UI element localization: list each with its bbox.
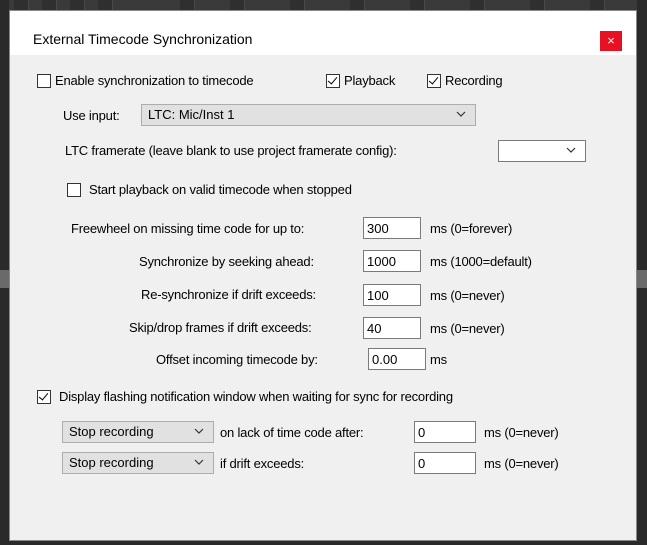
background-left-panel xyxy=(0,0,9,545)
recording-checkbox[interactable] xyxy=(427,74,441,88)
offset-label: Offset incoming timecode by: xyxy=(156,352,318,367)
resync-hint: ms (0=never) xyxy=(430,288,505,303)
chevron-down-icon xyxy=(456,111,466,117)
offset-hint: ms xyxy=(430,352,447,367)
dialog-title: External Timecode Synchronization xyxy=(33,31,253,47)
recording-label: Recording xyxy=(445,73,503,88)
background-bottom-panel xyxy=(0,541,647,545)
enable-sync-checkbox[interactable] xyxy=(37,74,51,88)
use-input-label: Use input: xyxy=(63,108,120,123)
offset-input[interactable] xyxy=(368,348,426,370)
use-input-value: LTC: Mic/Inst 1 xyxy=(148,107,235,122)
stop-drift-hint: ms (0=never) xyxy=(484,456,559,471)
playback-checkbox[interactable] xyxy=(326,74,340,88)
use-input-dropdown[interactable]: LTC: Mic/Inst 1 xyxy=(141,104,476,126)
resync-input[interactable] xyxy=(363,284,421,306)
title-bar: External Timecode Synchronization × xyxy=(10,11,636,55)
seek-ahead-input[interactable] xyxy=(363,250,421,272)
chevron-down-icon xyxy=(194,428,204,434)
freewheel-hint: ms (0=forever) xyxy=(430,221,513,236)
stop-lack-label: on lack of time code after: xyxy=(220,425,364,440)
stop-drift-action-dropdown[interactable]: Stop recording xyxy=(62,452,214,474)
stop-lack-input[interactable] xyxy=(414,421,476,443)
background-right-panel xyxy=(637,0,647,545)
freewheel-input[interactable] xyxy=(363,217,421,239)
stop-drift-action-value: Stop recording xyxy=(69,455,154,470)
stop-lack-hint: ms (0=never) xyxy=(484,425,559,440)
stop-drift-input[interactable] xyxy=(414,452,476,474)
skip-drop-input[interactable] xyxy=(363,317,421,339)
chevron-down-icon xyxy=(566,147,576,153)
playback-label: Playback xyxy=(344,73,396,88)
close-icon: × xyxy=(607,33,615,48)
stop-drift-label: if drift exceeds: xyxy=(220,456,305,471)
skip-drop-hint: ms (0=never) xyxy=(430,321,505,336)
freewheel-label: Freewheel on missing time code for up to… xyxy=(71,221,305,236)
seek-ahead-hint: ms (1000=default) xyxy=(430,254,532,269)
timecode-sync-dialog: External Timecode Synchronization × Enab… xyxy=(9,10,637,541)
notify-label: Display flashing notification window whe… xyxy=(59,389,453,404)
start-playback-checkbox[interactable] xyxy=(67,183,81,197)
skip-drop-label: Skip/drop frames if drift exceeds: xyxy=(129,320,312,335)
ltc-framerate-label: LTC framerate (leave blank to use projec… xyxy=(65,143,397,158)
start-playback-label: Start playback on valid timecode when st… xyxy=(89,182,352,197)
stop-lack-action-value: Stop recording xyxy=(69,424,154,439)
ltc-framerate-dropdown[interactable] xyxy=(498,140,586,162)
resync-label: Re-synchronize if drift exceeds: xyxy=(141,287,316,302)
notify-checkbox[interactable] xyxy=(37,390,51,404)
seek-ahead-label: Synchronize by seeking ahead: xyxy=(139,254,314,269)
enable-sync-label: Enable synchronization to timecode xyxy=(55,73,254,88)
chevron-down-icon xyxy=(194,459,204,465)
stop-lack-action-dropdown[interactable]: Stop recording xyxy=(62,421,214,443)
background-track-strip xyxy=(0,0,647,10)
close-button[interactable]: × xyxy=(600,31,622,51)
